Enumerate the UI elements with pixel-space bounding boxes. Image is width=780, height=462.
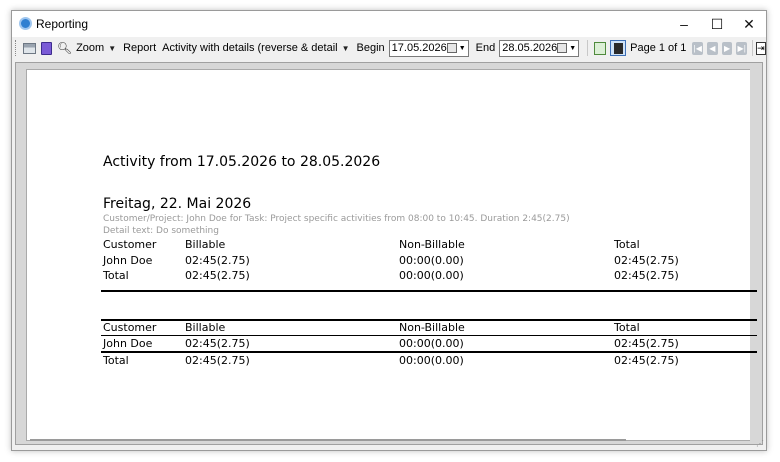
table-cell: 02:45(2.75): [185, 354, 250, 367]
calendar-icon[interactable]: [557, 43, 568, 53]
table-cell: 02:45(2.75): [614, 254, 679, 267]
page-layout-button[interactable]: [610, 40, 627, 56]
page-setup-button[interactable]: [40, 40, 53, 56]
day-heading: Freitag, 22. Mai 2026: [103, 196, 252, 212]
refresh-button[interactable]: [593, 40, 606, 56]
book-icon: [40, 41, 52, 55]
table-cell: 02:45(2.75): [614, 337, 679, 350]
app-icon: [19, 17, 32, 30]
begin-label: Begin: [356, 42, 385, 54]
table-cell: 02:45(2.75): [185, 269, 250, 282]
chevron-down-icon[interactable]: ▼: [459, 45, 466, 52]
report-title: Activity from 17.05.2026 to 28.05.2026: [103, 154, 381, 170]
table-cell: 00:00(0.00): [399, 254, 464, 267]
report-page: Activity from 17.05.2026 to 28.05.2026 F…: [26, 69, 757, 441]
maximize-button[interactable]: ☐: [700, 11, 734, 37]
activity-detail: Customer/Project: John Doe for Task: Pro…: [103, 214, 570, 224]
report-label: Report: [123, 42, 157, 54]
minimize-button[interactable]: –: [667, 11, 701, 37]
chevron-down-icon[interactable]: ▼: [108, 44, 116, 53]
chevron-down-icon[interactable]: ▼: [342, 44, 350, 53]
title-bar: Reporting – ☐ ✕: [12, 11, 766, 37]
column-header-customer: Customer: [103, 238, 157, 251]
next-page-button[interactable]: ▶: [721, 41, 733, 55]
report-viewer[interactable]: Activity from 17.05.2026 to 28.05.2026 F…: [15, 62, 763, 445]
toolbar-separator: [751, 40, 753, 56]
divider: [101, 351, 757, 353]
table-cell: 00:00(0.00): [399, 354, 464, 367]
table-cell: Total: [103, 269, 129, 282]
column-header-billable: Billable: [185, 238, 226, 251]
table-cell: Total: [103, 354, 129, 367]
detail-text: Detail text: Do something: [103, 226, 219, 236]
table-cell: 02:45(2.75): [185, 337, 250, 350]
window-title: Reporting: [36, 17, 89, 31]
column-header-total: Total: [614, 321, 640, 334]
begin-date-field[interactable]: 17.05.2026 ▼: [388, 39, 469, 57]
reporting-window: Reporting – ☐ ✕ 🔍︎ Zoom ▼ Report Activit…: [11, 10, 767, 451]
prev-page-button[interactable]: ◀: [707, 41, 718, 55]
zoom-button[interactable]: Zoom: [76, 42, 104, 54]
zoom-icon: 🔍︎: [56, 41, 73, 55]
table-cell: John Doe: [103, 337, 153, 350]
column-header-non-billable: Non-Billable: [399, 238, 465, 251]
column-header-non-billable: Non-Billable: [399, 321, 465, 334]
toolbar-separator: [587, 40, 589, 56]
print-button[interactable]: [22, 40, 36, 56]
begin-date-value: 17.05.2026: [391, 42, 447, 54]
divider: [101, 290, 757, 292]
page-indicator: Page 1 of 1: [630, 42, 687, 54]
toolbar: 🔍︎ Zoom ▼ Report Activity with details (…: [12, 37, 766, 59]
close-button[interactable]: ✕: [732, 11, 766, 37]
column-header-billable: Billable: [185, 321, 226, 334]
last-page-button[interactable]: ▶|: [736, 41, 747, 55]
resize-grip-icon[interactable]: ⋰: [756, 439, 764, 448]
table-cell: John Doe: [103, 254, 153, 267]
toolbar-grip[interactable]: [15, 40, 18, 56]
table-cell: 02:45(2.75): [185, 254, 250, 267]
column-header-customer: Customer: [103, 321, 157, 334]
first-page-button[interactable]: |◀: [692, 41, 704, 55]
column-header-total: Total: [614, 238, 640, 251]
end-date-value: 28.05.2026: [502, 42, 558, 54]
page-layout-icon: [610, 40, 627, 56]
horizontal-scrollbar[interactable]: [30, 439, 626, 441]
report-select[interactable]: Activity with details (reverse & detail: [162, 42, 337, 54]
refresh-icon: [593, 41, 606, 55]
printer-icon: [22, 42, 36, 54]
divider: [101, 335, 757, 336]
chevron-down-icon[interactable]: ▼: [569, 45, 576, 52]
table-cell: 00:00(0.00): [399, 269, 464, 282]
calendar-icon[interactable]: [446, 43, 457, 53]
end-date-field[interactable]: 28.05.2026 ▼: [499, 39, 580, 57]
table-cell: 02:45(2.75): [614, 354, 679, 367]
exit-icon[interactable]: ⇥: [755, 41, 766, 55]
table-cell: 02:45(2.75): [614, 269, 679, 282]
end-label: End: [475, 42, 496, 54]
table-cell: 00:00(0.00): [399, 337, 464, 350]
